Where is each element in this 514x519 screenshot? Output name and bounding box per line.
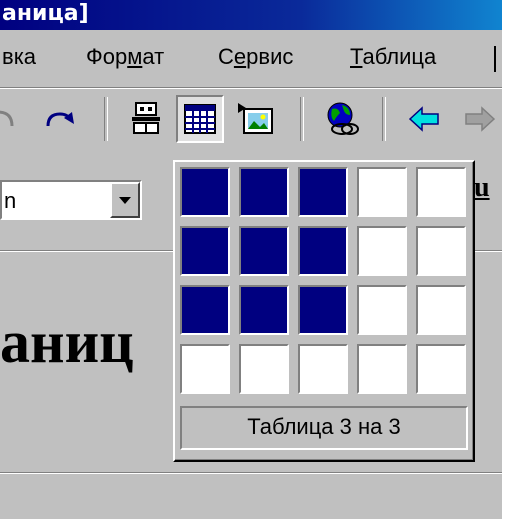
cell-fill	[359, 346, 405, 392]
table-grid-cell[interactable]	[357, 285, 407, 335]
toolbar-separator	[300, 97, 304, 141]
cell-fill	[359, 228, 405, 274]
cell-fill	[300, 346, 346, 392]
table-grid-cell-selected[interactable]	[180, 226, 230, 276]
table-grid-cell-selected[interactable]	[298, 167, 348, 217]
table-grid-cell[interactable]	[416, 285, 466, 335]
cell-fill	[241, 287, 287, 333]
table-grid-cell[interactable]	[416, 167, 466, 217]
toolbar-separator	[382, 97, 386, 141]
back-icon[interactable]	[404, 99, 444, 139]
table-grid-cell-selected[interactable]	[298, 285, 348, 335]
table-grid-cell-selected[interactable]	[298, 226, 348, 276]
title-bar: аница]	[0, 0, 502, 30]
toolbar-separator	[104, 97, 108, 141]
menu-item-tools[interactable]: Сервис	[218, 44, 293, 70]
redo-icon[interactable]	[40, 99, 80, 139]
cell-fill	[418, 228, 464, 274]
table-grid-cell[interactable]	[357, 226, 407, 276]
undo-icon[interactable]	[0, 99, 22, 139]
cell-fill	[241, 169, 287, 215]
table-grid-cell[interactable]	[357, 344, 407, 394]
underline-button[interactable]: u	[474, 172, 490, 204]
word-window: аница] вка Формат Сервис Таблица n u ани…	[0, 0, 502, 519]
font-size-combobox[interactable]: n	[0, 180, 142, 220]
chevron-down-icon[interactable]	[110, 182, 140, 218]
divider	[0, 472, 502, 474]
table-grid-cell-selected[interactable]	[239, 226, 289, 276]
cell-fill	[359, 169, 405, 215]
table-grid-cell-selected[interactable]	[239, 167, 289, 217]
cell-fill	[418, 287, 464, 333]
forward-icon[interactable]	[460, 99, 500, 139]
table-size-label: Таблица 3 на 3	[180, 406, 468, 450]
cell-fill	[300, 169, 346, 215]
table-grid-cell-selected[interactable]	[180, 167, 230, 217]
cell-fill	[418, 346, 464, 392]
menu-item-format[interactable]: Формат	[86, 44, 164, 70]
table-grid-cell[interactable]	[416, 344, 466, 394]
web-icon[interactable]	[322, 99, 362, 139]
cell-fill	[182, 346, 228, 392]
table-grid-cell[interactable]	[239, 344, 289, 394]
tables-borders-icon[interactable]	[126, 99, 166, 139]
cell-fill	[182, 228, 228, 274]
table-grid-cell-selected[interactable]	[239, 285, 289, 335]
insert-table-icon[interactable]	[176, 95, 224, 143]
insert-table-dropdown: Таблица 3 на 3	[173, 160, 475, 462]
cell-fill	[418, 169, 464, 215]
table-grid-cell[interactable]	[180, 344, 230, 394]
font-size-value: n	[4, 188, 17, 213]
cell-fill	[241, 346, 287, 392]
menu-item-insert[interactable]: вка	[2, 44, 36, 70]
insert-picture-icon[interactable]	[236, 99, 276, 139]
cell-fill	[300, 287, 346, 333]
table-grid-cell[interactable]	[416, 226, 466, 276]
window-title: аница]	[2, 1, 89, 26]
cell-fill	[300, 228, 346, 274]
menu-bar: вка Формат Сервис Таблица	[0, 32, 502, 84]
cell-fill	[182, 169, 228, 215]
cell-fill	[241, 228, 287, 274]
table-grid-cell-selected[interactable]	[180, 285, 230, 335]
menu-item-cut[interactable]	[494, 46, 496, 72]
standard-toolbar	[0, 88, 502, 151]
document-text: аниц	[0, 309, 134, 375]
cell-fill	[359, 287, 405, 333]
cell-fill	[182, 287, 228, 333]
table-grid-cell[interactable]	[357, 167, 407, 217]
menu-item-table[interactable]: Таблица	[350, 44, 436, 70]
table-grid-cell[interactable]	[298, 344, 348, 394]
